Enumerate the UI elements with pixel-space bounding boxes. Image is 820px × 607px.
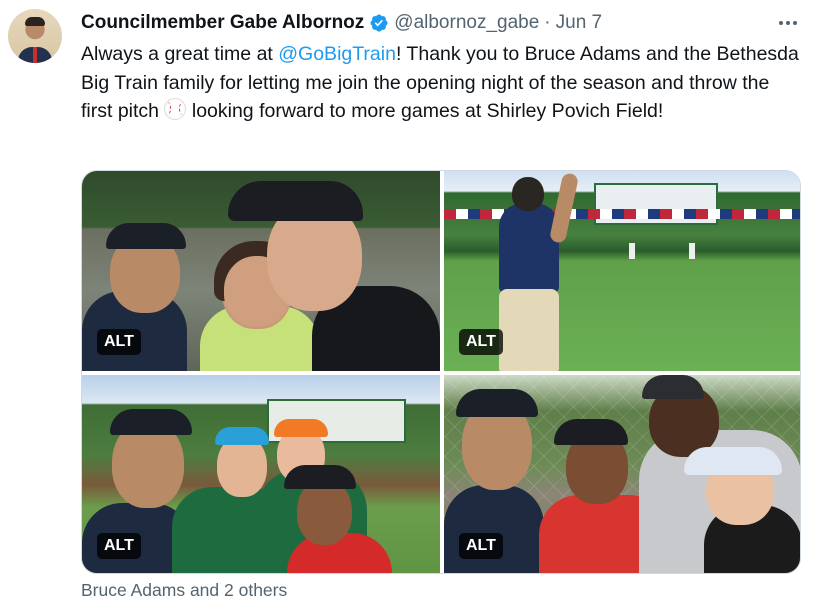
person-cap — [110, 409, 192, 435]
tweet-text-part3: looking forward to more games at Shirley… — [186, 100, 664, 122]
sunglasses — [215, 427, 269, 445]
tagged-users[interactable]: Bruce Adams and 2 others — [81, 580, 287, 601]
person-pants — [499, 289, 559, 371]
person-cap — [106, 223, 186, 249]
person-cap — [684, 447, 782, 475]
player — [689, 243, 695, 259]
tweet-text: Always a great time at @GoBigTrain! Than… — [81, 40, 801, 126]
alt-badge[interactable]: ALT — [97, 533, 141, 559]
person-shirt — [499, 203, 559, 293]
mention-link[interactable]: @GoBigTrain — [278, 43, 396, 65]
alt-badge[interactable]: ALT — [459, 329, 503, 355]
post-date[interactable]: Jun 7 — [556, 12, 602, 34]
more-dot — [793, 21, 797, 25]
person-shirt — [444, 485, 544, 573]
person-cap — [274, 419, 328, 437]
author-avatar[interactable] — [8, 9, 62, 63]
photo-3[interactable]: ALT — [82, 375, 440, 573]
player — [629, 243, 635, 259]
author-name[interactable]: Councilmember Gabe Albornoz — [81, 12, 364, 34]
avatar-tie — [33, 47, 37, 63]
person-cap — [554, 419, 628, 445]
person-cap — [284, 465, 356, 489]
alt-badge[interactable]: ALT — [97, 329, 141, 355]
tweet-text-part1: Always a great time at — [81, 43, 279, 65]
avatar-hair — [25, 17, 45, 26]
photo-1[interactable]: ALT — [82, 171, 440, 371]
more-dot — [786, 21, 790, 25]
bunting — [444, 209, 800, 219]
more-dot — [779, 21, 783, 25]
author-handle[interactable]: @albornoz_gabe — [394, 12, 539, 34]
tweet-header: Councilmember Gabe Albornoz @albornoz_ga… — [81, 11, 602, 35]
photo-2[interactable]: ALT — [444, 171, 800, 371]
more-options-icon[interactable] — [776, 12, 800, 34]
photo-4[interactable]: ALT — [444, 375, 800, 573]
meta-separator: · — [544, 12, 551, 33]
baseball-icon — [164, 98, 187, 120]
alt-badge[interactable]: ALT — [459, 533, 503, 559]
media-grid: ALT ALT ALT ALT — [81, 170, 801, 574]
person-cap — [456, 389, 538, 417]
verified-badge-icon[interactable] — [369, 13, 389, 33]
person-cap — [642, 375, 704, 399]
person-cap — [228, 181, 363, 221]
person-arm — [548, 172, 580, 244]
person-head — [512, 177, 544, 211]
